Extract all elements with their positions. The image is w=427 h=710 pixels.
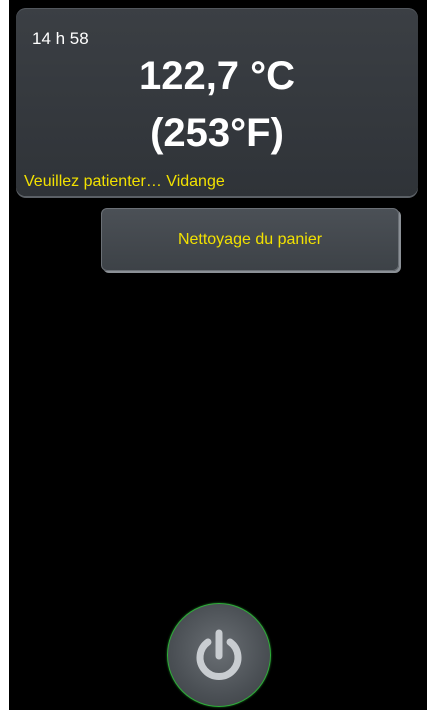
status-message: Veuillez patienter… Vidange — [24, 173, 225, 190]
status-panel: 14 h 58 122,7 °C (253°F) Veuillez patien… — [16, 8, 418, 196]
power-icon — [196, 629, 242, 680]
temperature-fahrenheit: (253°F) — [150, 111, 284, 155]
power-button[interactable] — [167, 603, 271, 707]
clock-time: 14 h 58 — [32, 29, 89, 48]
clean-basket-button[interactable]: Nettoyage du panier — [101, 208, 399, 271]
temperature-celsius: 122,7 °C — [138, 54, 296, 98]
fryer-screen: 14 h 58 122,7 °C (253°F) Veuillez patien… — [9, 0, 427, 710]
